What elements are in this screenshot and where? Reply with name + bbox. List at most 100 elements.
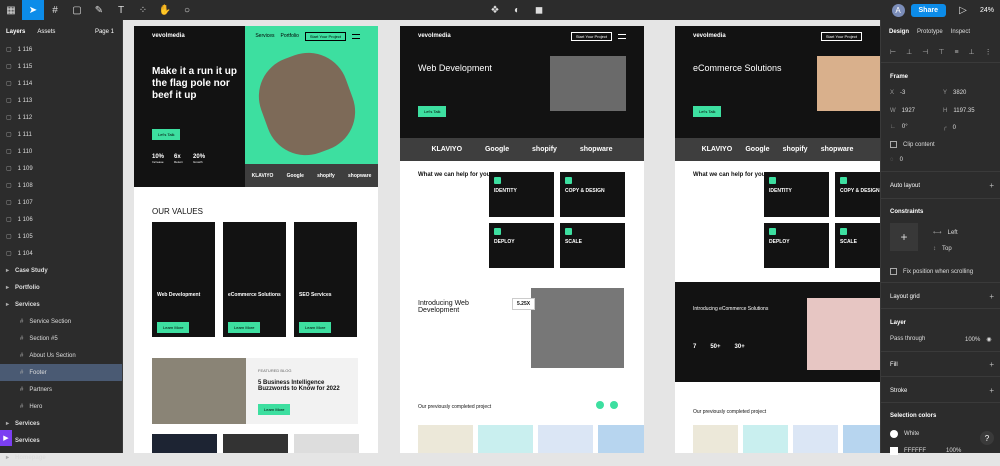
service-card[interactable]: IDENTITY xyxy=(764,172,829,217)
white-swatch[interactable] xyxy=(890,430,898,438)
align-middle-icon[interactable]: ≡ xyxy=(954,49,958,56)
rotation-value[interactable]: 0° xyxy=(902,124,908,130)
boolean-icon[interactable]: ◼ xyxy=(528,0,550,20)
frame-dropdown[interactable]: Frame xyxy=(890,74,908,80)
prev-arrow-icon[interactable] xyxy=(596,401,604,409)
y-value[interactable]: 3820 xyxy=(953,90,966,96)
blog-card[interactable]: FEATURED BLOG 5 Business Intelligence Bu… xyxy=(152,358,358,424)
text-tool-icon[interactable]: T xyxy=(110,0,132,20)
learn-more-button[interactable]: Learn More xyxy=(157,322,190,333)
frame-homepage[interactable]: vevolmedia Services Portfolio Start Your… xyxy=(134,26,378,453)
mask-icon[interactable]: ◐ xyxy=(506,0,528,20)
layer-item[interactable]: ▸ Services xyxy=(0,296,122,313)
tab-prototype[interactable]: Prototype xyxy=(917,29,943,35)
learn-more-button[interactable]: Learn More xyxy=(299,322,332,333)
hand-tool-icon[interactable]: ✋ xyxy=(154,0,176,20)
lets-talk-button[interactable]: Let's Talk xyxy=(418,106,447,117)
color-row[interactable]: FFFFFF 100% xyxy=(890,447,961,455)
start-project-button[interactable]: Start Your Project xyxy=(820,31,862,41)
layer-item[interactable]: ▢ 1 116 xyxy=(0,41,122,58)
blog-learn-button[interactable]: Learn More xyxy=(258,404,291,415)
layer-item[interactable]: # Footer xyxy=(0,364,122,381)
horizontal-value[interactable]: Left xyxy=(948,230,958,236)
radius-field[interactable]: ╭ 0 xyxy=(943,124,956,132)
move-tool-icon[interactable]: ➤ xyxy=(22,0,44,20)
layer-item[interactable]: ▸ Homepage xyxy=(0,449,122,466)
layer-item[interactable]: ▸ Case Study xyxy=(0,262,122,279)
opacity-field[interactable]: ◌ 0 xyxy=(890,157,903,163)
service-card[interactable]: SCALE xyxy=(835,223,880,268)
color-row[interactable]: White xyxy=(890,430,919,438)
tab-assets[interactable]: Assets xyxy=(37,29,55,35)
vertical-value[interactable]: Top xyxy=(942,246,952,252)
clip-checkbox[interactable] xyxy=(890,141,897,148)
horizontal-constraint[interactable]: ⟷ Left xyxy=(933,229,958,237)
zoom-level[interactable]: 24% xyxy=(980,7,994,14)
eye-icon[interactable]: ◉ xyxy=(986,336,991,343)
frame-ecommerce[interactable]: vevolmedia Start Your Project eCommerce … xyxy=(675,26,880,453)
start-project-button[interactable]: Start Your Project xyxy=(570,31,612,41)
layer-item[interactable]: ▢ 1 111 xyxy=(0,126,122,143)
layer-item[interactable]: ▢ 1 113 xyxy=(0,92,122,109)
tab-inspect[interactable]: Inspect xyxy=(951,29,970,35)
layer-item[interactable]: # Section #5 xyxy=(0,330,122,347)
align-center-icon[interactable]: ⊥ xyxy=(906,48,912,56)
service-card[interactable]: DEPLOY xyxy=(489,223,554,268)
layer-item[interactable]: ▸ Portfolio xyxy=(0,279,122,296)
layer-item[interactable]: ▢ 1 110 xyxy=(0,143,122,160)
value-card[interactable]: SEO Services Learn More xyxy=(294,222,357,337)
logo[interactable]: vevolmedia xyxy=(152,33,249,39)
align-top-icon[interactable]: ⊤ xyxy=(938,48,944,56)
help-icon[interactable]: ? xyxy=(980,431,994,445)
add-grid-icon[interactable]: + xyxy=(989,292,994,301)
resources-icon[interactable]: ⁘ xyxy=(132,0,154,20)
w-value[interactable]: 1927 xyxy=(902,108,915,114)
fix-checkbox[interactable] xyxy=(890,268,897,275)
h-value[interactable]: 1197.35 xyxy=(953,108,974,114)
menu-icon[interactable] xyxy=(352,33,360,39)
layer-item[interactable]: ▢ 1 108 xyxy=(0,177,122,194)
logo[interactable]: vevolmedia xyxy=(693,33,815,39)
layer-item[interactable]: # Partners xyxy=(0,381,122,398)
align-right-icon[interactable]: ⊣ xyxy=(922,48,928,56)
clip-content[interactable]: Clip content xyxy=(890,141,935,148)
y-field[interactable]: Y 3820 xyxy=(943,90,966,96)
add-auto-layout-icon[interactable]: + xyxy=(989,181,994,190)
present-icon[interactable]: ▷ xyxy=(952,0,974,20)
main-menu-icon[interactable]: ▦ xyxy=(0,0,22,20)
h-field[interactable]: H 1197.35 xyxy=(943,108,975,114)
share-button[interactable]: Share xyxy=(910,3,946,17)
layer-opacity[interactable]: 100% ◉ xyxy=(965,336,992,344)
frame-tool-icon[interactable]: # xyxy=(44,0,66,20)
align-left-icon[interactable]: ⊢ xyxy=(890,48,896,56)
hex-swatch[interactable] xyxy=(890,447,898,455)
menu-icon[interactable] xyxy=(618,33,626,39)
value-card[interactable]: Web Development Learn More xyxy=(152,222,215,337)
layer-item[interactable]: ▢ 1 105 xyxy=(0,228,122,245)
opacity-value[interactable]: 0 xyxy=(900,157,903,163)
layer-item[interactable]: ▢ 1 104 xyxy=(0,245,122,262)
rotation-field[interactable]: ∟ 0° xyxy=(890,124,908,130)
layer-item[interactable]: ▸ Services xyxy=(0,415,122,432)
next-arrow-icon[interactable] xyxy=(610,401,618,409)
layer-item[interactable]: ▢ 1 115 xyxy=(0,58,122,75)
learn-more-button[interactable]: Learn More xyxy=(228,322,261,333)
tab-design[interactable]: Design xyxy=(889,29,909,35)
lets-talk-button[interactable]: Let's Talk xyxy=(152,129,181,140)
layer-item[interactable]: ▢ 1 106 xyxy=(0,211,122,228)
vertical-constraint[interactable]: ↕ Top xyxy=(933,246,952,252)
distribute-icon[interactable]: ⋮ xyxy=(985,48,992,56)
service-card[interactable]: SCALE xyxy=(560,223,625,268)
blend-value[interactable]: Pass through xyxy=(890,336,925,342)
add-stroke-icon[interactable]: + xyxy=(989,386,994,395)
layer-item[interactable]: ▢ 1 114 xyxy=(0,75,122,92)
nav-portfolio[interactable]: Portfolio xyxy=(281,33,299,39)
video-icon[interactable]: ▶ xyxy=(0,430,12,446)
shape-tool-icon[interactable]: ▢ xyxy=(66,0,88,20)
start-project-button[interactable]: Start Your Project xyxy=(304,31,346,41)
frame-web-development[interactable]: vevolmedia Start Your Project Web Develo… xyxy=(400,26,644,453)
component-icon[interactable]: ❖ xyxy=(484,0,506,20)
layer-item[interactable]: # Hero xyxy=(0,398,122,415)
layer-item[interactable]: # Service Section xyxy=(0,313,122,330)
nav-services[interactable]: Services xyxy=(255,33,274,39)
